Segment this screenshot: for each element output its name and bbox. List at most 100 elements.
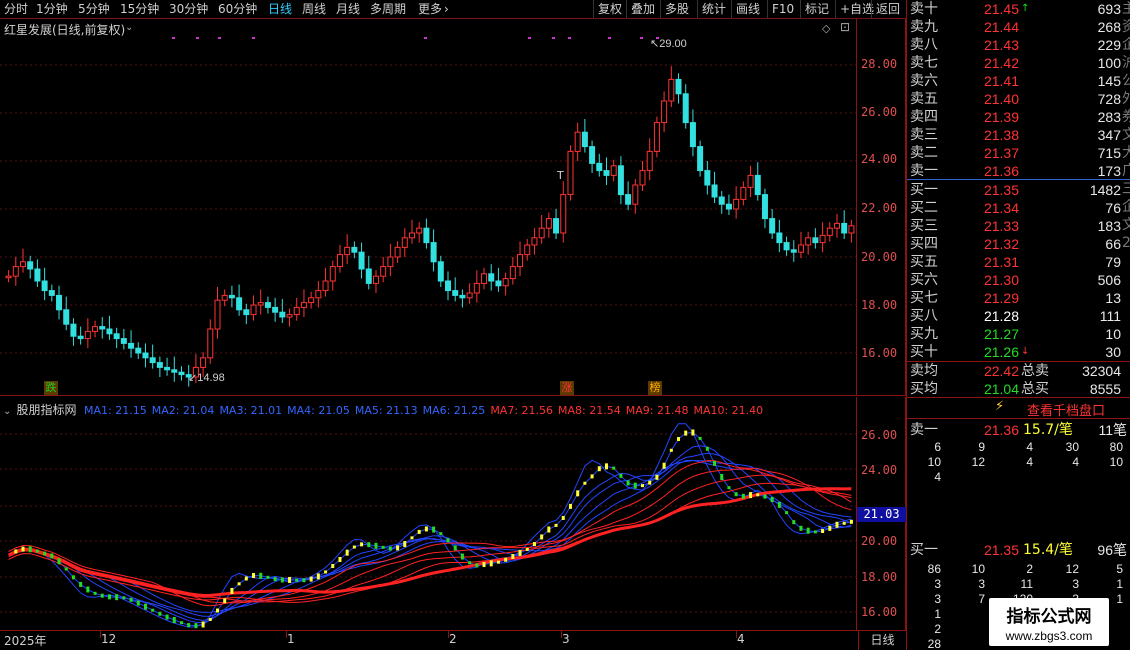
ask-price: 21.41 bbox=[983, 73, 1019, 89]
signal-bar bbox=[331, 564, 335, 569]
candle-body bbox=[365, 268, 372, 284]
bid-row[interactable]: 买一 21.35 1482 bbox=[907, 181, 1130, 199]
ask-volume: 347 bbox=[1097, 127, 1121, 143]
signal-bar bbox=[64, 567, 68, 571]
candle-body bbox=[718, 196, 725, 205]
bid-row[interactable]: 买八 21.28 111 bbox=[907, 307, 1130, 325]
signal-bar bbox=[165, 614, 169, 620]
signal-bar bbox=[684, 430, 688, 436]
signal-bar bbox=[691, 429, 695, 436]
signal-bar bbox=[482, 562, 486, 568]
bid-volume: 30 bbox=[1105, 344, 1121, 360]
ask-row[interactable]: 卖十 21.45 ↑ 693 bbox=[907, 0, 1130, 18]
bid-row[interactable]: 买二 21.34 76 bbox=[907, 199, 1130, 217]
period-tab-multi[interactable]: 多周期 bbox=[370, 1, 406, 17]
bid-price: 21.28 bbox=[983, 308, 1019, 324]
low-price-value: 14.98 bbox=[197, 372, 225, 384]
bid-row[interactable]: 买七 21.29 13 bbox=[907, 289, 1130, 307]
signal-bar bbox=[302, 578, 306, 583]
candlestick-chart[interactable] bbox=[0, 19, 906, 396]
statistics-button[interactable]: 统计 bbox=[697, 0, 730, 19]
indicator-chart[interactable] bbox=[0, 397, 906, 630]
queue-value: 12 bbox=[971, 455, 985, 469]
bid-row[interactable]: 买六 21.30 506 bbox=[907, 271, 1130, 289]
event-dot bbox=[252, 37, 255, 39]
ask-price: 21.42 bbox=[983, 55, 1019, 71]
queue-value: 3 bbox=[934, 592, 941, 606]
ask-row[interactable]: 卖一 21.36 173 bbox=[907, 162, 1130, 180]
ask-row[interactable]: 卖四 21.39 283 bbox=[907, 108, 1130, 126]
ask-row[interactable]: 卖五 21.40 728 bbox=[907, 90, 1130, 108]
period-tab-weekly[interactable]: 周线 bbox=[302, 1, 326, 17]
ask-row[interactable]: 卖九 21.44 268 bbox=[907, 18, 1130, 36]
period-tab-more[interactable]: 更多 › bbox=[418, 1, 449, 17]
event-dot bbox=[424, 37, 427, 39]
draw-line-button[interactable]: 画线 bbox=[731, 0, 764, 19]
signal-bar bbox=[713, 460, 717, 466]
candle-body bbox=[329, 266, 336, 282]
ask-level-label: 卖七 bbox=[910, 55, 938, 71]
ask-level-label: 卖三 bbox=[910, 127, 938, 143]
period-indicator[interactable]: 日线 bbox=[858, 631, 906, 650]
queue-value: 3 bbox=[1072, 577, 1079, 591]
level2-button[interactable]: ⚡ 查看千档盘口 bbox=[907, 398, 1130, 419]
queue-row: 10 12 4 4 10 bbox=[907, 455, 1130, 470]
ask-level-label: 卖二 bbox=[910, 145, 938, 161]
candle-body bbox=[617, 165, 624, 196]
queue-value: 12 bbox=[1065, 562, 1079, 576]
ask-row[interactable]: 卖二 21.37 715 bbox=[907, 144, 1130, 162]
signal-bar bbox=[381, 545, 385, 549]
candle-body bbox=[661, 100, 668, 124]
drop-badge[interactable]: 跌 bbox=[44, 381, 58, 395]
period-tab-daily[interactable]: 日线 bbox=[268, 1, 292, 17]
period-tab-monthly[interactable]: 月线 bbox=[336, 1, 360, 17]
bid-volume: 10 bbox=[1105, 326, 1121, 342]
signal-bar bbox=[403, 541, 407, 548]
period-tab-5min[interactable]: 5分钟 bbox=[78, 1, 110, 17]
y-tick: 26.00 bbox=[861, 105, 898, 119]
x-tick: 2025年 bbox=[4, 634, 47, 648]
ask-price: 21.38 bbox=[983, 127, 1019, 143]
signal-bar bbox=[280, 577, 284, 583]
bid-level-label: 买五 bbox=[910, 254, 938, 270]
period-tab-intraday[interactable]: 分时 bbox=[4, 1, 28, 17]
candle-body bbox=[725, 203, 732, 210]
queue-value: 10 bbox=[1109, 455, 1123, 469]
queue-value: 6 bbox=[934, 440, 941, 454]
period-tab-30min[interactable]: 30分钟 bbox=[169, 1, 208, 17]
ask-row[interactable]: 卖八 21.43 229 bbox=[907, 36, 1130, 54]
chevron-right-icon: › bbox=[444, 2, 449, 16]
bid-row[interactable]: 买四 21.32 66 bbox=[907, 235, 1130, 253]
signal-bar bbox=[669, 448, 673, 452]
y-tick: 18.00 bbox=[861, 298, 898, 312]
overlay-button[interactable]: 叠加 bbox=[626, 0, 659, 19]
bid-level-label: 买二 bbox=[910, 200, 938, 216]
back-button[interactable]: 返回 bbox=[871, 0, 904, 19]
bid-row[interactable]: 买九 21.27 10 bbox=[907, 325, 1130, 343]
mark-button[interactable]: 标记 bbox=[800, 0, 833, 19]
ask-row[interactable]: 卖三 21.38 347 bbox=[907, 126, 1130, 144]
candle-body bbox=[646, 150, 653, 172]
bid-row[interactable]: 买五 21.31 79 bbox=[907, 253, 1130, 271]
f10-button[interactable]: F10 bbox=[767, 0, 798, 19]
bid-row[interactable]: 买三 21.33 183 bbox=[907, 217, 1130, 235]
candle-body bbox=[128, 342, 135, 349]
bid-row[interactable]: 买十 21.26 ↓ 30 bbox=[907, 343, 1130, 361]
period-tab-60min[interactable]: 60分钟 bbox=[218, 1, 257, 17]
signal-bar bbox=[367, 542, 371, 548]
more-label: 更多 bbox=[418, 2, 443, 16]
period-tab-1min[interactable]: 1分钟 bbox=[36, 1, 68, 17]
period-tab-15min[interactable]: 15分钟 bbox=[120, 1, 159, 17]
list-badge[interactable]: 榜 bbox=[648, 381, 662, 395]
ask-summary-price: 21.36 bbox=[983, 422, 1019, 438]
ask-row[interactable]: 卖七 21.42 100 bbox=[907, 54, 1130, 72]
ask-row[interactable]: 卖六 21.41 145 bbox=[907, 72, 1130, 90]
multi-stock-button[interactable]: 多股 bbox=[660, 0, 693, 19]
ask-volume: 283 bbox=[1097, 109, 1121, 125]
adjust-button[interactable]: 复权 bbox=[593, 0, 626, 19]
avg-sell-row: 卖均 22.42 总卖 32304 bbox=[907, 362, 1130, 380]
rise-badge[interactable]: 涨 bbox=[560, 381, 574, 395]
candle-body bbox=[250, 304, 257, 316]
candle-body bbox=[5, 275, 12, 279]
candle-body bbox=[27, 261, 34, 270]
